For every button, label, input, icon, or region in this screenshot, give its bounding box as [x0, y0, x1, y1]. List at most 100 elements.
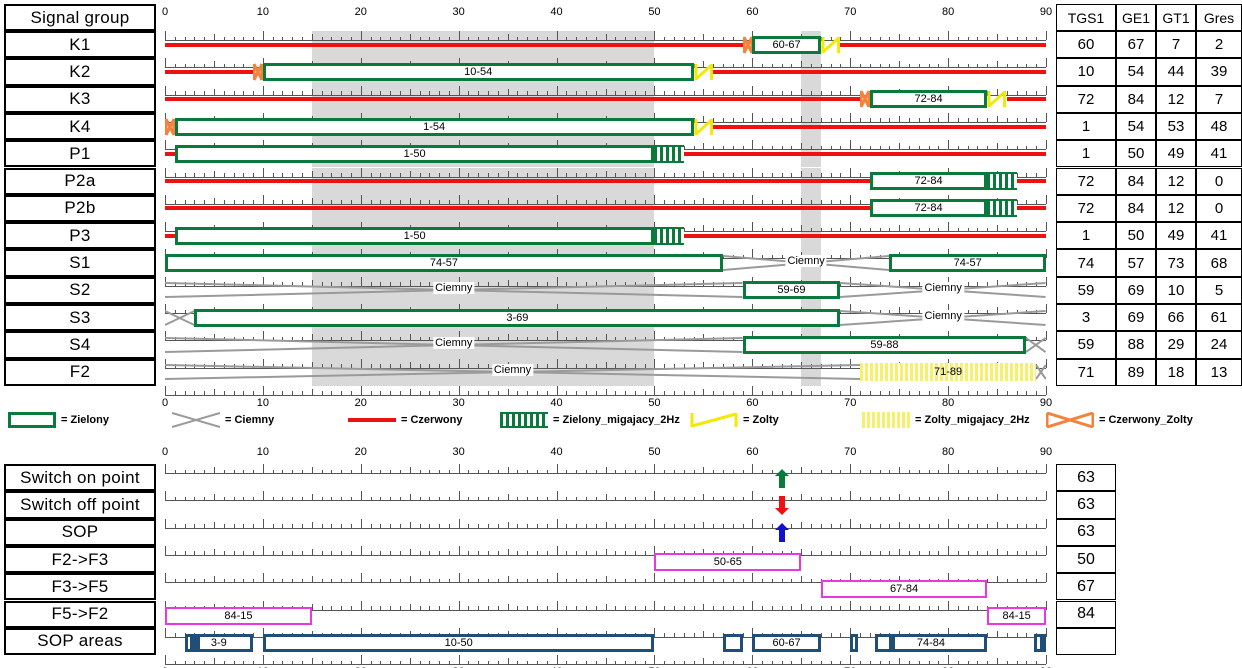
- transition-bar: 84-15: [165, 607, 312, 626]
- lower-row-sop[interactable]: SOP: [4, 518, 156, 546]
- axis-tick: [419, 551, 421, 555]
- axis-tick: [605, 88, 607, 95]
- axis-tick: [791, 200, 793, 204]
- axis-tick: [497, 200, 499, 204]
- table-cell: 59: [1056, 331, 1116, 359]
- axis-tick: [830, 551, 832, 555]
- axis-tick: [811, 391, 813, 395]
- axis-tick: [889, 469, 891, 473]
- lower-row-sop-areas[interactable]: SOP areas: [4, 627, 156, 656]
- axis-tick: [488, 578, 490, 583]
- axis-tick: [566, 524, 568, 528]
- axis-tick: [722, 145, 724, 150]
- lower-row-f2-f3[interactable]: F2->F3: [4, 545, 156, 574]
- signal-group-row-p3[interactable]: P3: [4, 222, 156, 250]
- signal-group-row-s3[interactable]: S3: [4, 304, 156, 332]
- axis-tick: [801, 225, 803, 232]
- axis-tick: [654, 518, 656, 528]
- axis-tick: [742, 63, 744, 68]
- sop-area-mark: [194, 637, 201, 650]
- axis-tick: [184, 173, 186, 177]
- signal-group-row-k3[interactable]: K3: [4, 85, 156, 113]
- axis-tick: [507, 548, 509, 555]
- axis-tick: [928, 469, 930, 473]
- green-signal-bar: 59-88: [742, 335, 1027, 354]
- axis-tick: [957, 660, 959, 665]
- axis-tick: [536, 200, 538, 204]
- signal-group-row-k2[interactable]: K2: [4, 58, 156, 86]
- axis-tick: [253, 173, 255, 177]
- axis-tick: [468, 606, 470, 610]
- signal-group-row-k1[interactable]: K1: [4, 31, 156, 59]
- axis-tick: [174, 91, 176, 95]
- axis-tick: [811, 63, 813, 68]
- lower-row-f3-f5[interactable]: F3->F5: [4, 573, 156, 601]
- axis-tick: [194, 551, 196, 555]
- axis-tick: [879, 469, 881, 473]
- signal-group-row-p2a[interactable]: P2a: [4, 167, 156, 195]
- axis-tick: [771, 391, 773, 395]
- axis-tick: [341, 496, 343, 501]
- axis-tick: [938, 660, 940, 665]
- axis-tick: [860, 551, 861, 555]
- signal-group-row-p2b[interactable]: P2b: [4, 194, 156, 223]
- axis-tick: [879, 524, 881, 528]
- axis-tick: [674, 606, 676, 610]
- signal-group-row-s2[interactable]: S2: [4, 276, 156, 304]
- lower-row-switch-on-point[interactable]: Switch on point: [4, 464, 156, 492]
- axis-tick: [889, 36, 891, 40]
- axis-tick: [987, 578, 989, 583]
- axis-tick: [732, 91, 734, 95]
- axis-tick: [987, 660, 989, 665]
- axis-tick: [478, 36, 480, 40]
- dark-signal-cross: [165, 309, 195, 326]
- lower-row-f5-f2[interactable]: F5->F2: [4, 600, 156, 628]
- axis-tick: [439, 91, 441, 95]
- axis-tick: [615, 200, 617, 204]
- axis-tick: [977, 660, 979, 665]
- signal-group-row-p1[interactable]: P1: [4, 140, 156, 168]
- axis-tick: [272, 660, 274, 665]
- axis-tick: [1026, 173, 1028, 177]
- signal-group-row-s1[interactable]: S1: [4, 249, 156, 277]
- axis-tick: [184, 578, 186, 583]
- axis-tick: [429, 551, 431, 555]
- axis-tick: [507, 494, 509, 501]
- table-cell: 72: [1056, 194, 1116, 223]
- axis-tick: [967, 524, 969, 528]
- signal-group-row-s4[interactable]: S4: [4, 331, 156, 359]
- axis-tick: [194, 524, 196, 528]
- axis-tick: [174, 173, 176, 177]
- axis-tick: [908, 227, 910, 232]
- axis-tick: [194, 391, 196, 395]
- axis-tick: [478, 496, 480, 501]
- yellow-signal: [694, 118, 713, 135]
- axis-tick: [1036, 63, 1038, 68]
- axis-tick: [703, 34, 705, 40]
- axis-tick: [1006, 496, 1008, 501]
- signal-group-row-k4[interactable]: K4: [4, 112, 156, 141]
- axis-tick: [448, 173, 450, 177]
- axis-tick: [713, 660, 715, 665]
- transition-bar: 84-15: [987, 607, 1046, 626]
- axis-tick: [399, 660, 401, 665]
- axis-tick: [830, 606, 832, 610]
- signal-group-row-f2[interactable]: F2: [4, 358, 156, 386]
- table-cell: 0: [1196, 194, 1242, 223]
- axis-tick: [820, 118, 822, 122]
- axis-tick: [380, 606, 382, 610]
- axis-tick: [233, 63, 235, 68]
- legend-item-zielony: = Zielony: [8, 412, 109, 428]
- axis-tick: [791, 118, 793, 122]
- axis-tick: [654, 600, 656, 610]
- lower-row-switch-off-point[interactable]: Switch off point: [4, 491, 156, 519]
- axis-tick: [722, 606, 724, 610]
- axis-tick: [791, 606, 793, 610]
- axis-tick: [918, 145, 920, 150]
- axis-tick: [331, 660, 333, 665]
- axis-tick: [302, 496, 304, 501]
- axis-tick: [840, 551, 842, 555]
- axis-tick: [1026, 660, 1028, 665]
- dark-signal-label: Ciemny: [785, 255, 827, 268]
- axis-tick: [458, 545, 460, 555]
